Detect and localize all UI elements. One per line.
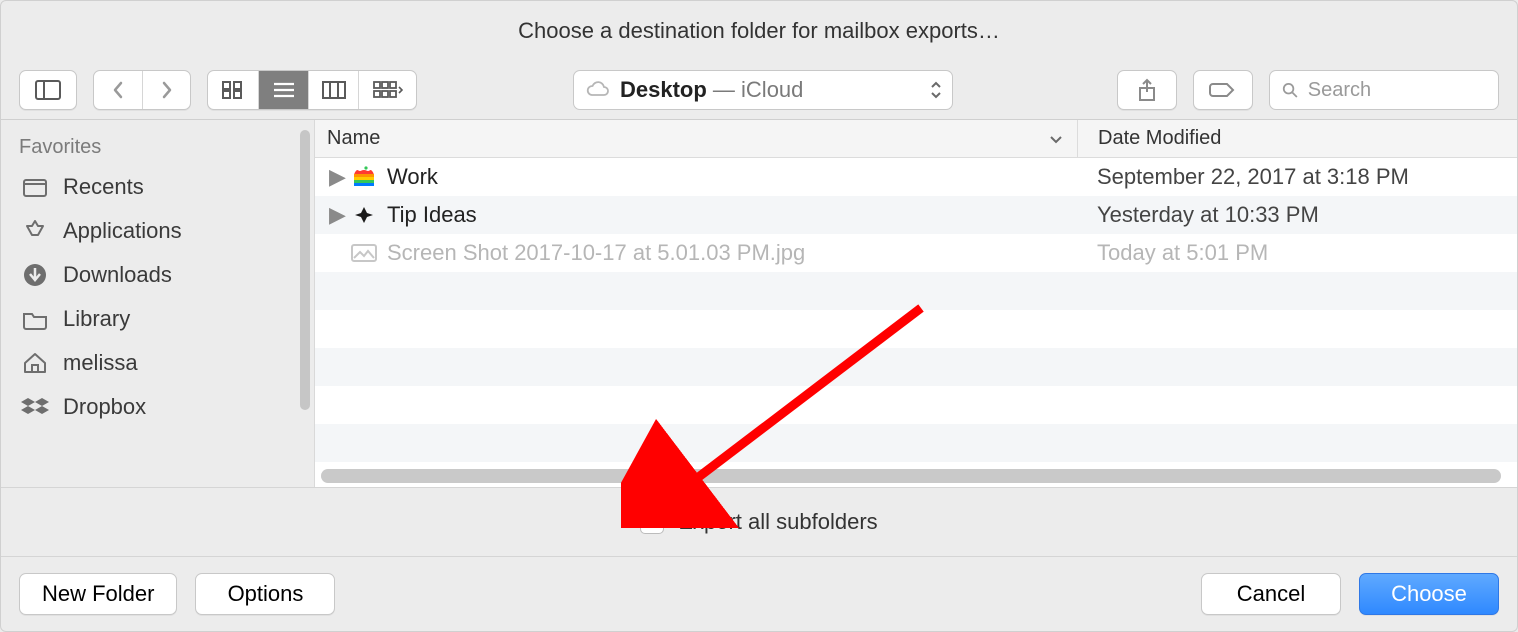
export-subfolders-checkbox[interactable] — [640, 510, 664, 534]
row-date: Today at 5:01 PM — [1077, 240, 1517, 266]
choose-button[interactable]: Choose — [1359, 573, 1499, 615]
sidebar-item-label: Applications — [63, 218, 182, 244]
table-row[interactable]: ▶ Work Se — [315, 158, 1517, 196]
disclosure-triangle-icon[interactable]: ▶ — [329, 164, 341, 190]
location-text: Desktop — iCloud — [620, 77, 803, 103]
home-icon — [21, 349, 49, 377]
sidebar-item-label: Library — [63, 306, 130, 332]
location-separator: — — [707, 77, 741, 102]
cancel-label: Cancel — [1237, 581, 1305, 607]
applications-icon — [21, 217, 49, 245]
list-horizontal-scrollbar[interactable] — [321, 469, 1501, 483]
view-gallery-button[interactable] — [358, 71, 416, 109]
list-icon — [273, 82, 295, 98]
location-stepper-icon — [930, 80, 942, 100]
cancel-button[interactable]: Cancel — [1201, 573, 1341, 615]
sort-indicator-icon — [1049, 134, 1063, 144]
image-file-icon — [351, 242, 377, 264]
empty-row — [315, 272, 1517, 310]
sparkle-icon — [351, 204, 377, 226]
tag-icon — [1209, 80, 1237, 100]
location-popup[interactable]: Desktop — iCloud — [573, 70, 953, 110]
cloud-icon — [584, 81, 610, 99]
search-icon — [1282, 81, 1298, 99]
column-date-label: Date Modified — [1098, 127, 1221, 150]
sidebar-item-label: Downloads — [63, 262, 172, 288]
apple-rainbow-icon — [351, 166, 377, 188]
recents-icon — [21, 173, 49, 201]
sidebar: Favorites Recents Applications Downloads — [1, 120, 315, 487]
empty-row — [315, 424, 1517, 462]
gallery-icon — [373, 81, 403, 99]
grid-icon — [222, 81, 244, 99]
view-list-button[interactable] — [258, 71, 308, 109]
options-label: Options — [228, 581, 304, 607]
view-columns-button[interactable] — [308, 71, 358, 109]
folder-icon — [21, 305, 49, 333]
sidebar-icon — [35, 80, 61, 100]
choose-label: Choose — [1391, 581, 1467, 607]
empty-row — [315, 310, 1517, 348]
empty-row — [315, 348, 1517, 386]
sidebar-item-applications[interactable]: Applications — [1, 209, 314, 253]
search-field[interactable] — [1269, 70, 1499, 110]
row-date: September 22, 2017 at 3:18 PM — [1077, 164, 1517, 190]
dialog-title: Choose a destination folder for mailbox … — [1, 1, 1517, 61]
file-listing: Name Date Modified ▶ — [315, 120, 1517, 487]
share-button[interactable] — [1117, 70, 1177, 110]
sidebar-item-library[interactable]: Library — [1, 297, 314, 341]
row-date: Yesterday at 10:33 PM — [1077, 202, 1517, 228]
column-header-name[interactable]: Name — [315, 127, 1077, 150]
sidebar-item-recents[interactable]: Recents — [1, 165, 314, 209]
view-mode-segment — [207, 70, 417, 110]
row-name: Tip Ideas — [387, 202, 477, 228]
tags-button[interactable] — [1193, 70, 1253, 110]
location-primary: Desktop — [620, 77, 707, 102]
share-icon — [1137, 78, 1157, 102]
dropbox-icon — [21, 393, 49, 421]
disclosure-triangle-icon[interactable]: ▶ — [329, 202, 341, 228]
chevron-left-icon — [111, 81, 125, 99]
table-row[interactable]: ▶ Tip Ideas Yesterday at 10:33 PM — [315, 196, 1517, 234]
table-row: ▶ Screen Shot 2017-10-17 at 5.01.03 PM.j… — [315, 234, 1517, 272]
dialog-title-text: Choose a destination folder for mailbox … — [518, 18, 1000, 44]
search-input[interactable] — [1308, 79, 1486, 102]
columns-icon — [322, 81, 346, 99]
empty-row — [315, 386, 1517, 424]
options-button[interactable]: Options — [195, 573, 335, 615]
sidebar-item-label: melissa — [63, 350, 138, 376]
row-name: Screen Shot 2017-10-17 at 5.01.03 PM.jpg — [387, 240, 805, 266]
column-name-label: Name — [327, 127, 380, 150]
action-bar: New Folder Options Cancel Choose — [1, 557, 1517, 631]
location-secondary: iCloud — [741, 77, 803, 102]
sidebar-item-home[interactable]: melissa — [1, 341, 314, 385]
row-name: Work — [387, 164, 438, 190]
nav-back-forward — [93, 70, 191, 110]
list-header: Name Date Modified — [315, 120, 1517, 158]
new-folder-label: New Folder — [42, 581, 154, 607]
chevron-right-icon — [160, 81, 174, 99]
sidebar-item-dropbox[interactable]: Dropbox — [1, 385, 314, 429]
save-dialog: Choose a destination folder for mailbox … — [0, 0, 1518, 632]
downloads-icon — [21, 261, 49, 289]
forward-button[interactable] — [142, 71, 190, 109]
sidebar-item-label: Recents — [63, 174, 144, 200]
export-subfolders-label: Export all subfolders — [678, 509, 877, 535]
options-strip: Export all subfolders — [1, 487, 1517, 557]
sidebar-item-label: Dropbox — [63, 394, 146, 420]
sidebar-section: Favorites — [1, 130, 314, 165]
rows: ▶ Work Se — [315, 158, 1517, 487]
back-button[interactable] — [94, 71, 142, 109]
toggle-sidebar-button[interactable] — [19, 70, 77, 110]
column-header-date[interactable]: Date Modified — [1077, 120, 1517, 157]
new-folder-button[interactable]: New Folder — [19, 573, 177, 615]
sidebar-scrollbar[interactable] — [300, 130, 310, 410]
sidebar-item-downloads[interactable]: Downloads — [1, 253, 314, 297]
toolbar: Desktop — iCloud — [1, 61, 1517, 119]
view-icon-button[interactable] — [208, 71, 258, 109]
